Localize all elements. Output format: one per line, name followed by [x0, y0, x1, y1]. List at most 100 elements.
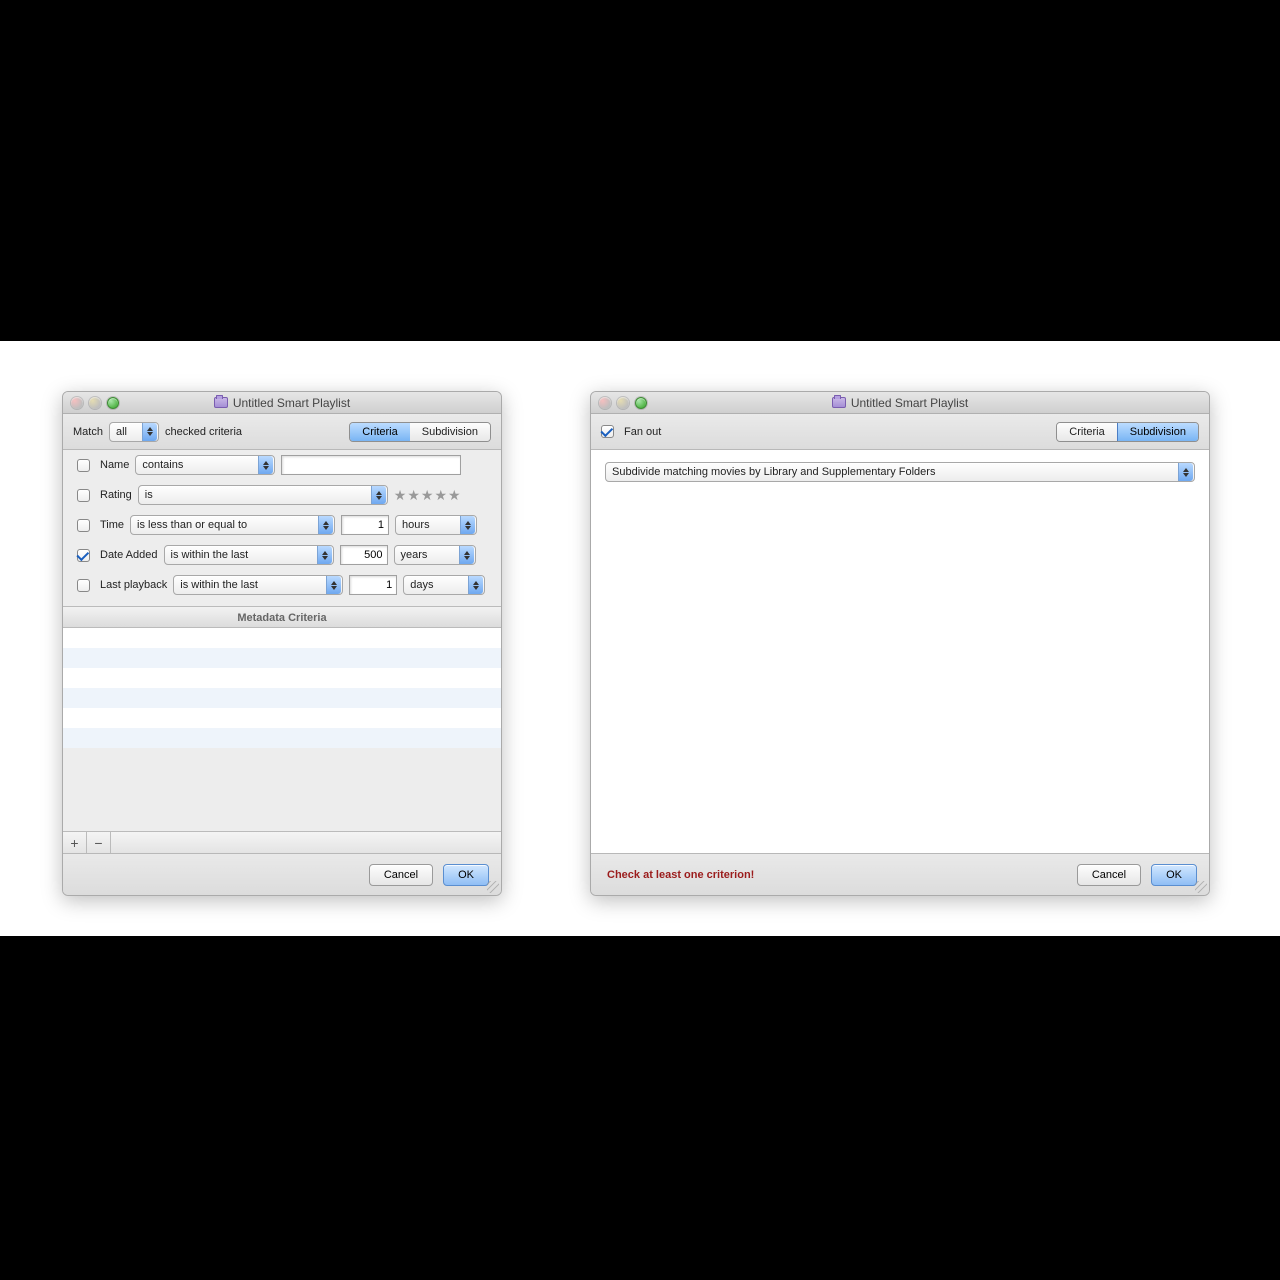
add-metadata-button[interactable]: + [63, 832, 87, 853]
metadata-header: Metadata Criteria [63, 606, 501, 628]
tab-subdivision[interactable]: Subdivision [410, 423, 490, 441]
updown-arrows-icon [1178, 463, 1193, 481]
tab-criteria[interactable]: Criteria [1057, 423, 1117, 441]
criteria-toolbar: Match all checked criteria Criteria Subd… [63, 414, 501, 450]
date-added-checkbox[interactable] [77, 549, 90, 562]
close-icon[interactable] [599, 397, 611, 409]
time-unit-popup[interactable]: hours [395, 515, 477, 535]
close-icon[interactable] [71, 397, 83, 409]
canvas: Untitled Smart Playlist Match all checke… [0, 341, 1280, 936]
tab-segmented-control: Criteria Subdivision [349, 422, 491, 442]
zoom-icon[interactable] [635, 397, 647, 409]
updown-arrows-icon [317, 546, 332, 564]
updown-arrows-icon [468, 576, 483, 594]
tab-subdivision[interactable]: Subdivision [1117, 422, 1199, 442]
remove-metadata-button[interactable]: − [87, 832, 111, 853]
last-playback-op-value: is within the last [180, 579, 258, 591]
list-item [63, 648, 501, 668]
star-icon: ★ [421, 487, 434, 504]
name-checkbox[interactable] [77, 459, 90, 472]
star-icon: ★ [407, 487, 420, 504]
star-icon: ★ [434, 487, 447, 504]
resize-grip-icon[interactable] [487, 881, 499, 893]
ok-button[interactable]: OK [443, 864, 489, 886]
cancel-button[interactable]: Cancel [369, 864, 433, 886]
metadata-list-toolbar: + − [63, 831, 501, 853]
time-op-popup[interactable]: is less than or equal to [130, 515, 335, 535]
time-value-field[interactable] [341, 515, 389, 535]
footer: Check at least one criterion! Cancel OK [591, 853, 1209, 895]
subdivision-toolbar: Fan out Criteria Subdivision [591, 414, 1209, 450]
rating-label: Rating [100, 489, 132, 501]
zoom-icon[interactable] [107, 397, 119, 409]
rating-stars[interactable]: ★ ★ ★ ★ ★ [394, 487, 461, 504]
list-item [63, 628, 501, 648]
date-added-op-value: is within the last [171, 549, 249, 561]
time-checkbox[interactable] [77, 519, 90, 532]
updown-arrows-icon [142, 423, 157, 441]
star-icon: ★ [394, 487, 407, 504]
date-added-unit-popup[interactable]: years [394, 545, 476, 565]
last-playback-value-field[interactable] [349, 575, 397, 595]
resize-grip-icon[interactable] [1195, 881, 1207, 893]
name-op-popup[interactable]: contains [135, 455, 275, 475]
updown-arrows-icon [460, 516, 475, 534]
rating-op-popup[interactable]: is [138, 485, 388, 505]
titlebar[interactable]: Untitled Smart Playlist [63, 392, 501, 414]
time-unit-value: hours [402, 519, 430, 531]
star-icon: ★ [448, 487, 461, 504]
fanout-checkbox[interactable] [601, 425, 614, 438]
criteria-window: Untitled Smart Playlist Match all checke… [62, 391, 502, 896]
traffic-lights [71, 397, 119, 409]
updown-arrows-icon [326, 576, 341, 594]
last-playback-unit-popup[interactable]: days [403, 575, 485, 595]
updown-arrows-icon [371, 486, 386, 504]
ok-button[interactable]: OK [1151, 864, 1197, 886]
rating-checkbox[interactable] [77, 489, 90, 502]
traffic-lights [599, 397, 647, 409]
rule-last-playback: Last playback is within the last days [63, 570, 501, 600]
date-added-value-field[interactable] [340, 545, 388, 565]
name-op-value: contains [142, 459, 183, 471]
name-value-field[interactable] [281, 455, 461, 475]
last-playback-checkbox[interactable] [77, 579, 90, 592]
footer: Cancel OK [63, 853, 501, 895]
window-title: Untitled Smart Playlist [851, 396, 968, 410]
cancel-button[interactable]: Cancel [1077, 864, 1141, 886]
metadata-list[interactable] [63, 628, 501, 748]
time-label: Time [100, 519, 124, 531]
last-playback-unit-value: days [410, 579, 433, 591]
subdivision-content: Subdivide matching movies by Library and… [591, 450, 1209, 853]
subdivision-window: Untitled Smart Playlist Fan out Criteria… [590, 391, 1210, 896]
criteria-content: Name contains Rating is ★ ★ ★ [63, 450, 501, 853]
name-label: Name [100, 459, 129, 471]
date-added-op-popup[interactable]: is within the last [164, 545, 334, 565]
match-mode-value: all [116, 426, 127, 438]
last-playback-op-popup[interactable]: is within the last [173, 575, 343, 595]
tab-criteria[interactable]: Criteria [349, 422, 410, 442]
updown-arrows-icon [459, 546, 474, 564]
playlist-folder-icon [214, 397, 228, 408]
playlist-folder-icon [832, 397, 846, 408]
tab-segmented-control: Criteria Subdivision [1056, 422, 1199, 442]
subdivide-mode-value: Subdivide matching movies by Library and… [612, 466, 1178, 478]
match-suffix: checked criteria [165, 426, 242, 438]
updown-arrows-icon [318, 516, 333, 534]
updown-arrows-icon [258, 456, 273, 474]
minimize-icon[interactable] [89, 397, 101, 409]
fanout-label: Fan out [624, 426, 661, 438]
rule-date-added: Date Added is within the last years [63, 540, 501, 570]
match-mode-popup[interactable]: all [109, 422, 159, 442]
window-title: Untitled Smart Playlist [233, 396, 350, 410]
time-op-value: is less than or equal to [137, 519, 247, 531]
titlebar[interactable]: Untitled Smart Playlist [591, 392, 1209, 414]
rule-rating: Rating is ★ ★ ★ ★ ★ [63, 480, 501, 510]
subdivide-mode-popup[interactable]: Subdivide matching movies by Library and… [605, 462, 1195, 482]
rule-name: Name contains [63, 450, 501, 480]
rule-time: Time is less than or equal to hours [63, 510, 501, 540]
list-item [63, 708, 501, 728]
date-added-label: Date Added [100, 549, 158, 561]
list-item [63, 668, 501, 688]
minimize-icon[interactable] [617, 397, 629, 409]
list-item [63, 728, 501, 748]
